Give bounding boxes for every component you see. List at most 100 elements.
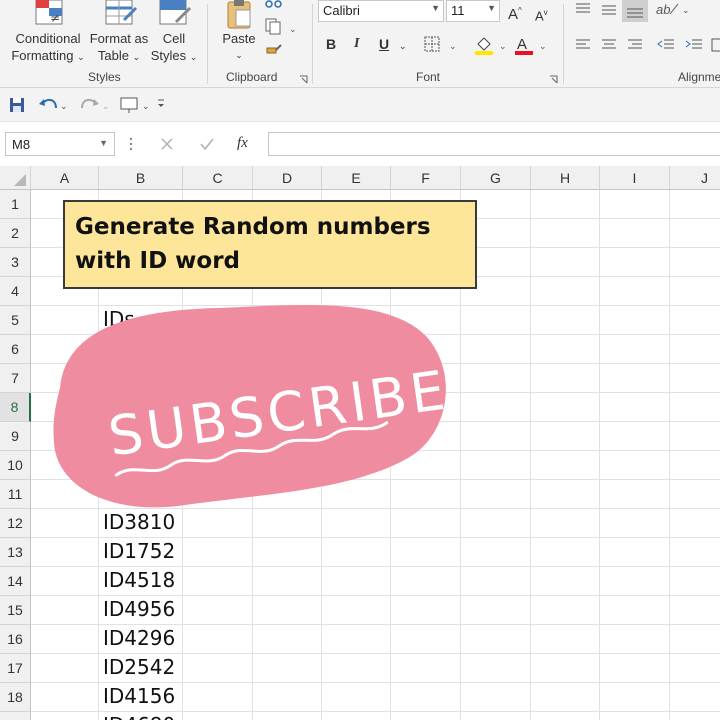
cell-j2[interactable] (670, 219, 720, 248)
cell-i19[interactable] (600, 712, 670, 720)
cell-a12[interactable] (31, 509, 99, 538)
cell-a18[interactable] (31, 683, 99, 712)
dialog-launcher-icon[interactable] (299, 72, 309, 84)
cell-i1[interactable] (600, 190, 670, 219)
row-header-2[interactable]: 2 (0, 219, 31, 248)
cell-c15[interactable] (183, 596, 253, 625)
cell-i3[interactable] (600, 248, 670, 277)
cell-c13[interactable] (183, 538, 253, 567)
top-align-icon[interactable] (574, 2, 592, 21)
cell-f18[interactable] (391, 683, 461, 712)
cell-h6[interactable] (531, 335, 600, 364)
cell-c12[interactable] (183, 509, 253, 538)
cell-h18[interactable] (531, 683, 600, 712)
decrease-indent-icon[interactable] (656, 38, 676, 57)
copy-icon[interactable]: ⌄ (265, 18, 299, 41)
increase-font-size-button[interactable]: A^ (508, 2, 522, 23)
cell-e17[interactable] (322, 654, 391, 683)
bottom-align-icon[interactable] (622, 0, 648, 27)
bold-button[interactable]: B (326, 36, 336, 52)
cell-j19[interactable] (670, 712, 720, 720)
cell-j9[interactable] (670, 422, 720, 451)
cell-e14[interactable] (322, 567, 391, 596)
column-header-g[interactable]: G (461, 166, 531, 190)
orientation-icon[interactable]: ab ⌄ (656, 0, 690, 23)
row-header-12[interactable]: 12 (0, 509, 31, 538)
increase-indent-icon[interactable] (684, 38, 704, 57)
insert-function-button[interactable]: fx (237, 135, 248, 152)
row-header-14[interactable]: 14 (0, 567, 31, 596)
cell-i5[interactable] (600, 306, 670, 335)
middle-align-icon[interactable] (600, 2, 618, 21)
cell-c19[interactable] (183, 712, 253, 720)
conditional-formatting-button[interactable]: Conditional Formatting ⌄ (8, 30, 88, 66)
cell-h14[interactable] (531, 567, 600, 596)
row-header-13[interactable]: 13 (0, 538, 31, 567)
cell-h4[interactable] (531, 277, 600, 306)
cell-a17[interactable] (31, 654, 99, 683)
cell-g7[interactable] (461, 364, 531, 393)
wrap-text-icon[interactable] (711, 38, 720, 57)
cell-h8[interactable] (531, 393, 600, 422)
cell-c14[interactable] (183, 567, 253, 596)
cell-i10[interactable] (600, 451, 670, 480)
cell-e15[interactable] (322, 596, 391, 625)
column-header-b[interactable]: B (99, 166, 183, 190)
cell-j1[interactable] (670, 190, 720, 219)
format-painter-icon[interactable] (265, 42, 283, 63)
row-header-5[interactable]: 5 (0, 306, 31, 335)
cell-h7[interactable] (531, 364, 600, 393)
cell-d18[interactable] (253, 683, 322, 712)
column-header-d[interactable]: D (253, 166, 322, 190)
row-header-16[interactable]: 16 (0, 625, 31, 654)
font-size-dropdown[interactable]: 11 ▼ (446, 0, 500, 22)
cell-h11[interactable] (531, 480, 600, 509)
cell-f14[interactable] (391, 567, 461, 596)
cell-j12[interactable] (670, 509, 720, 538)
align-center-icon[interactable] (600, 38, 618, 57)
align-left-icon[interactable] (574, 38, 592, 57)
cell-e16[interactable] (322, 625, 391, 654)
cell-e19[interactable] (322, 712, 391, 720)
cell-i7[interactable] (600, 364, 670, 393)
italic-button[interactable]: I (354, 36, 359, 52)
formula-input[interactable] (268, 132, 720, 156)
cell-a15[interactable] (31, 596, 99, 625)
row-header-6[interactable]: 6 (0, 335, 31, 364)
cell-j6[interactable] (670, 335, 720, 364)
cell-i6[interactable] (600, 335, 670, 364)
row-header-11[interactable]: 11 (0, 480, 31, 509)
cell-i14[interactable] (600, 567, 670, 596)
cell-j18[interactable] (670, 683, 720, 712)
row-header-7[interactable]: 7 (0, 364, 31, 393)
column-header-h[interactable]: H (531, 166, 600, 190)
cell-j7[interactable] (670, 364, 720, 393)
fill-color-icon[interactable]: ⌄ (474, 34, 508, 61)
font-color-icon[interactable]: A ⌄ (514, 34, 548, 61)
row-header-1[interactable]: 1 (0, 190, 31, 219)
row-header-8[interactable]: 8 (0, 393, 31, 422)
row-header-15[interactable]: 15 (0, 596, 31, 625)
chevron-down-icon[interactable]: ⌄ (399, 38, 407, 55)
cell-i12[interactable] (600, 509, 670, 538)
dialog-launcher-icon[interactable] (549, 72, 559, 84)
redo-icon[interactable]: ⌄ (80, 96, 112, 119)
column-header-f[interactable]: F (391, 166, 461, 190)
name-box[interactable]: M8 ▼ (5, 132, 115, 156)
row-header-3[interactable]: 3 (0, 248, 31, 277)
format-as-table-button[interactable]: Format as Table ⌄ (88, 30, 150, 66)
cell-d14[interactable] (253, 567, 322, 596)
cell-g10[interactable] (461, 451, 531, 480)
cell-g17[interactable] (461, 654, 531, 683)
column-header-a[interactable]: A (31, 166, 99, 190)
cell-g14[interactable] (461, 567, 531, 596)
cell-g16[interactable] (461, 625, 531, 654)
cell-j13[interactable] (670, 538, 720, 567)
cell-j3[interactable] (670, 248, 720, 277)
cell-g5[interactable] (461, 306, 531, 335)
cell-i13[interactable] (600, 538, 670, 567)
cell-j4[interactable] (670, 277, 720, 306)
cell-e12[interactable] (322, 509, 391, 538)
cell-h13[interactable] (531, 538, 600, 567)
cell-d17[interactable] (253, 654, 322, 683)
